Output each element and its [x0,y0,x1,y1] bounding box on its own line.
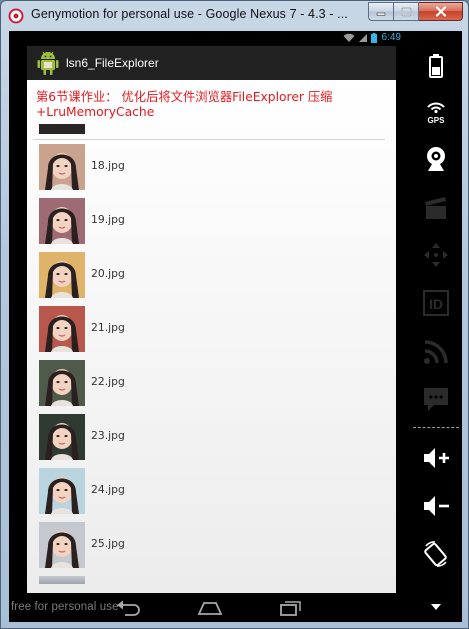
volume-up-icon[interactable] [419,441,452,474]
watermark-text: free for personal use [11,601,119,613]
more-icon[interactable] [419,597,452,617]
toolbar-separator [413,427,459,428]
home-icon[interactable] [195,597,225,619]
image-thumbnail [39,414,85,460]
file-name: 19.jpg [91,213,125,226]
volume-down-icon[interactable] [419,489,452,522]
app-title: lsn6_FileExplorer [66,56,159,70]
genymotion-window: Genymotion for personal use - Google Nex… [0,0,469,629]
id-icon[interactable]: ID [419,286,452,319]
genymotion-app-icon [8,8,24,24]
webcam-icon[interactable] [419,142,452,175]
window-title: Genymotion for personal use - Google Nex… [31,7,348,21]
file-name: 21.jpg [91,321,125,334]
minimize-button[interactable] [368,2,394,21]
partial-thumbnail [39,124,85,134]
file-name: 20.jpg [91,267,125,280]
android-app-icon[interactable] [36,50,60,76]
homework-text: 第6节课作业： 优化后将文件浏览器FileExplorer 压缩+LruMemo… [36,90,333,119]
maximize-icon [400,6,412,17]
image-thumbnail [39,252,85,298]
image-thumbnail [39,198,85,244]
file-name: 25.jpg [91,537,125,550]
gps-icon[interactable]: GPS [419,95,452,128]
android-nav-bar: free for personal use [9,593,409,622]
svg-text:GPS: GPS [427,116,445,125]
list-item[interactable]: 25.jpg [27,522,396,576]
image-thumbnail [39,468,85,514]
genymotion-toolbar: GPS ID [409,31,462,622]
image-thumbnail [39,144,85,190]
list-item[interactable]: 23.jpg [27,414,396,468]
image-thumbnail [39,360,85,406]
list-item[interactable]: 24.jpg [27,468,396,522]
android-status-bar: 6:49 [9,31,409,45]
rotate-icon[interactable] [419,537,452,570]
file-name: 22.jpg [91,375,125,388]
device-screen: 6:49 lsn6_FileExplorer 第6节课作业： 优化后将文件浏览器… [9,31,462,622]
recent-apps-icon[interactable] [275,597,305,619]
file-name: 24.jpg [91,483,125,496]
file-name: 18.jpg [91,159,125,172]
list-item[interactable]: 21.jpg [27,306,396,360]
app-window: lsn6_FileExplorer 第6节课作业： 优化后将文件浏览器FileE… [27,46,396,593]
status-time: 6:49 [381,32,401,43]
list-item[interactable]: 22.jpg [27,360,396,414]
window-titlebar[interactable]: Genymotion for personal use - Google Nex… [1,1,468,31]
action-bar: lsn6_FileExplorer [27,46,396,80]
file-name: 23.jpg [91,429,125,442]
close-button[interactable] [419,2,463,21]
list-divider [33,139,385,140]
partial-thumbnail [39,576,85,584]
dpad-icon[interactable] [419,238,452,271]
svg-text:ID: ID [429,296,443,312]
list-item[interactable]: 19.jpg [27,198,396,252]
signal-icon [358,33,367,42]
image-thumbnail [39,522,85,568]
rss-icon[interactable] [419,335,452,368]
file-list[interactable]: 18.jpg 19.jpg 20.jpg 21.jpg 22.jpg 23.jpg 24.j… [27,124,396,593]
maximize-button[interactable] [394,2,419,21]
battery-icon[interactable] [419,49,452,82]
message-icon[interactable] [419,382,452,415]
battery-status-icon [370,32,377,43]
minimize-icon [376,12,386,16]
list-item[interactable]: 20.jpg [27,252,396,306]
clapperboard-icon[interactable] [419,191,452,224]
app-content: 第6节课作业： 优化后将文件浏览器FileExplorer 压缩+LruMemo… [27,80,396,593]
list-item[interactable]: 18.jpg [27,144,396,198]
wifi-icon [343,33,355,42]
back-icon[interactable] [113,597,143,619]
close-icon [435,6,446,17]
image-thumbnail [39,306,85,352]
